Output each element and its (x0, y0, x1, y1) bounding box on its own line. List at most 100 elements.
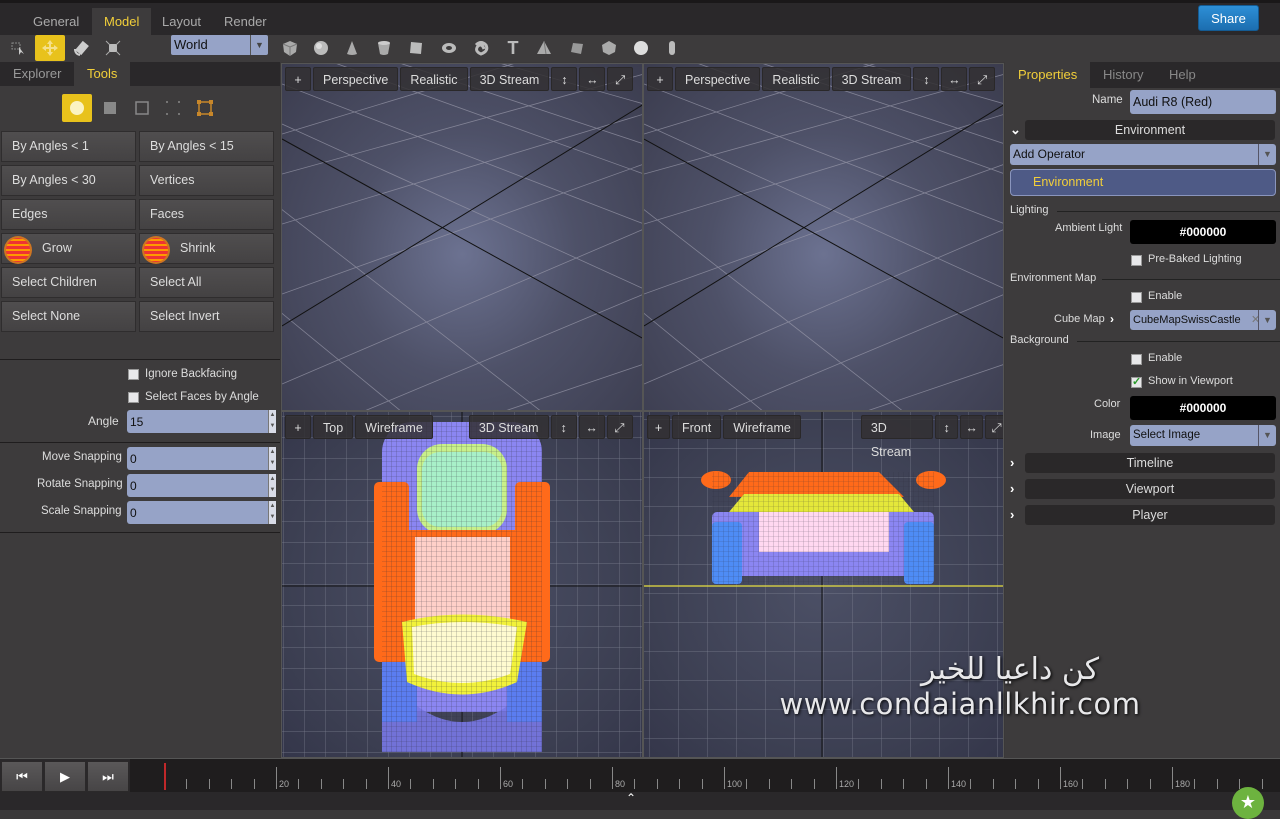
view-select[interactable]: Perspective (675, 67, 761, 91)
background-color-input[interactable]: #000000 (1130, 396, 1276, 420)
move-snapping-input[interactable]: 0 ▲ ▼ (127, 447, 276, 470)
split-horizontal-icon[interactable]: ↔ (578, 415, 605, 439)
spinner-arrows-icon[interactable]: ▲ ▼ (268, 447, 276, 470)
spinner-arrows-icon[interactable]: ▲ ▼ (268, 501, 276, 524)
tab-help[interactable]: Help (1156, 62, 1209, 88)
select-invert-button[interactable]: Select Invert (139, 301, 274, 332)
player-section-header[interactable]: Player (1025, 505, 1275, 525)
viewport-top[interactable]: + Top Wireframe 3D Stream ↕ ↔ ⤢ (281, 411, 643, 758)
ambient-light-color-input[interactable]: #000000 (1130, 220, 1276, 244)
tab-model[interactable]: Model (92, 8, 152, 38)
chevron-right-icon[interactable]: › (1010, 505, 1022, 525)
edge-mode-icon[interactable] (127, 94, 157, 122)
stream-button[interactable]: 3D Stream (469, 67, 550, 91)
text-icon[interactable]: T (502, 37, 524, 59)
shading-select[interactable]: Realistic (762, 67, 830, 91)
by-angles-1-button[interactable]: By Angles < 1 (1, 131, 136, 162)
add-viewport-button[interactable]: + (647, 415, 670, 439)
environment-section-header[interactable]: Environment (1025, 120, 1275, 140)
knot-icon[interactable] (470, 37, 492, 59)
cylinder-icon[interactable] (373, 37, 395, 59)
maximize-icon[interactable]: ⤢ (969, 67, 996, 91)
scale-icon[interactable] (98, 35, 128, 61)
vertices-button[interactable]: Vertices (139, 165, 274, 196)
spinner-arrows-icon[interactable]: ▲ ▼ (268, 410, 276, 433)
split-vertical-icon[interactable]: ↕ (551, 67, 578, 91)
edges-button[interactable]: Edges (1, 199, 136, 230)
angle-input[interactable]: 15 ▲ ▼ (127, 410, 276, 433)
chevron-down-icon[interactable]: ⌄ (1010, 120, 1022, 140)
ignore-backfacing-checkbox[interactable] (128, 369, 139, 380)
stream-button[interactable]: 3D Stream (468, 415, 549, 439)
viewport-perspective-2[interactable]: + Perspective Realistic 3D Stream ↕ ↔ ⤢ (643, 63, 1004, 411)
tab-render[interactable]: Render (212, 8, 279, 38)
select-none-button[interactable]: Select None (1, 301, 136, 332)
vertex-mode-icon[interactable] (158, 94, 188, 122)
playhead[interactable] (164, 763, 166, 790)
favorite-star-icon[interactable]: ★ (1232, 787, 1264, 819)
show-in-viewport-checkbox[interactable]: ✓ (1131, 376, 1142, 388)
plane-icon[interactable] (405, 37, 427, 59)
select-children-button[interactable]: Select Children (1, 267, 136, 298)
view-select[interactable]: Perspective (313, 67, 399, 91)
face-mode-icon[interactable] (95, 94, 125, 122)
select-arrow-icon[interactable] (4, 35, 34, 61)
add-viewport-button[interactable]: + (647, 67, 673, 91)
shading-select[interactable]: Wireframe (355, 415, 433, 439)
viewport-section-header[interactable]: Viewport (1025, 479, 1275, 499)
timeline-section-header[interactable]: Timeline (1025, 453, 1275, 473)
add-viewport-button[interactable]: + (285, 67, 311, 91)
maximize-icon[interactable]: ⤢ (606, 415, 633, 439)
viewport-perspective-1[interactable]: + Perspective Realistic 3D Stream ↕ ↔ ⤢ (281, 63, 643, 411)
maximize-icon[interactable]: ⤢ (607, 67, 634, 91)
cube-icon[interactable] (279, 37, 301, 59)
skip-to-end-icon[interactable]: ⏭ (87, 761, 129, 792)
timeline-ruler[interactable]: 20 40 60 80 100 120 140 160 180 (130, 759, 1280, 792)
shrink-button[interactable]: Shrink (139, 233, 274, 264)
maximize-icon[interactable]: ⤢ (985, 415, 1003, 439)
tab-properties[interactable]: Properties (1005, 62, 1091, 88)
share-button[interactable]: Share (1198, 5, 1259, 31)
image-select[interactable]: Select Image ▼ (1130, 425, 1276, 446)
select-faces-by-angle-checkbox[interactable] (128, 392, 139, 403)
tab-history[interactable]: History (1090, 62, 1156, 88)
tab-tools[interactable]: Tools (74, 62, 131, 86)
spinner-arrows-icon[interactable]: ▲ ▼ (268, 474, 276, 497)
torus-icon[interactable] (438, 37, 460, 59)
faces-button[interactable]: Faces (139, 199, 274, 230)
capsule-icon[interactable] (661, 37, 683, 59)
split-horizontal-icon[interactable]: ↔ (579, 67, 606, 91)
split-horizontal-icon[interactable]: ↔ (960, 415, 984, 439)
stream-button[interactable]: 3D Stream (860, 415, 934, 459)
environment-map-enable-checkbox[interactable] (1131, 292, 1142, 303)
tab-layout[interactable]: Layout (150, 8, 213, 38)
rotate-snapping-input[interactable]: 0 ▲ ▼ (127, 474, 276, 497)
stream-button[interactable]: 3D Stream (831, 67, 912, 91)
view-select[interactable]: Front (672, 415, 722, 439)
play-icon[interactable]: ▶ (44, 761, 86, 792)
chevron-right-icon[interactable]: › (1010, 453, 1022, 473)
prebaked-lighting-checkbox[interactable] (1131, 255, 1142, 266)
sphere-icon[interactable] (310, 37, 332, 59)
chevron-right-icon[interactable]: › (1010, 479, 1022, 499)
by-angles-30-button[interactable]: By Angles < 30 (1, 165, 136, 196)
cube-map-select[interactable]: CubeMapSwissCastle ✕ ▼ (1130, 310, 1276, 330)
move-icon[interactable] (35, 35, 65, 61)
select-all-button[interactable]: Select All (139, 267, 274, 298)
tetrahedron-icon[interactable] (533, 37, 555, 59)
background-enable-checkbox[interactable] (1131, 354, 1142, 365)
shading-select[interactable]: Realistic (400, 67, 468, 91)
skip-to-start-icon[interactable]: ⏮ (1, 761, 43, 792)
add-operator-select[interactable]: Add Operator ▼ (1010, 144, 1276, 165)
bounds-mode-icon[interactable] (190, 94, 220, 122)
cone-icon[interactable] (341, 37, 363, 59)
by-angles-15-button[interactable]: By Angles < 15 (139, 131, 274, 162)
add-viewport-button[interactable]: + (285, 415, 311, 439)
split-vertical-icon[interactable]: ↕ (913, 67, 940, 91)
grow-button[interactable]: Grow (1, 233, 136, 264)
name-input[interactable]: Audi R8 (Red) (1130, 90, 1276, 114)
tab-explorer[interactable]: Explorer (0, 62, 74, 86)
rotate-icon[interactable] (67, 35, 97, 61)
tab-general[interactable]: General (21, 8, 91, 38)
chevron-right-icon[interactable]: › (1110, 312, 1114, 326)
